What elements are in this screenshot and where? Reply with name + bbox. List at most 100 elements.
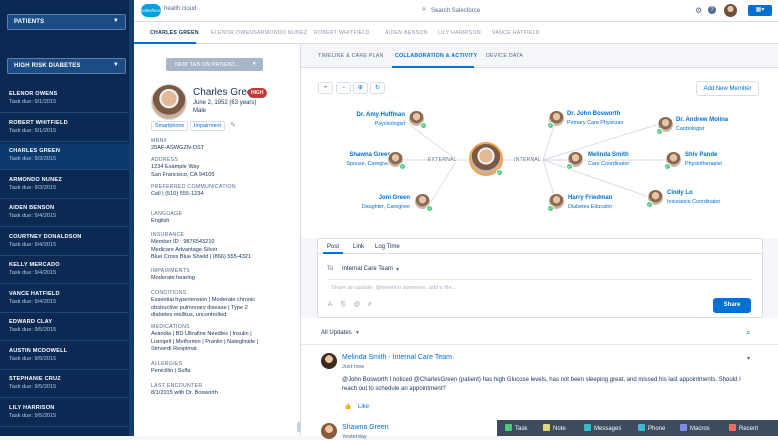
tab-patient[interactable]: LILY HARRISON (438, 30, 481, 36)
utility-phone-label: Phone (648, 426, 666, 432)
center-icon[interactable]: ⊕ (353, 82, 368, 94)
patient-list-name: ELENOR OWENS (9, 91, 58, 97)
patients-select[interactable]: PATIENTS ▼ (7, 14, 126, 30)
share-button[interactable]: Share (713, 298, 751, 313)
patient-list-item[interactable]: AUSTIN MCDOWELL Task due: 9/5/2015 (0, 344, 134, 370)
field-label: INSURANCE (151, 232, 185, 238)
tab-patient[interactable]: AIDEN BENSON (385, 30, 428, 36)
app-launcher-button[interactable]: ▦▾ (748, 5, 772, 16)
patient-list-task-due: Task due: 9/5/2015 (9, 384, 57, 390)
member-name[interactable]: Cindy Lo (667, 190, 693, 196)
recent-icon (729, 424, 736, 431)
patient-list-task-due: Task due: 9/4/2015 (9, 298, 57, 305)
patient-list-name: ROBERT WHITFIELD (9, 119, 68, 126)
tab-link[interactable]: Link (353, 244, 364, 250)
field-value: 1234 Example Way San Francisco, CA 94105 (151, 164, 215, 178)
like-link[interactable]: Like (358, 404, 369, 410)
tag-smartphone[interactable]: Smartphone (151, 121, 189, 131)
utility-note[interactable]: Note (543, 424, 566, 432)
remove-button[interactable]: − (336, 82, 351, 94)
like-icon[interactable]: 👍 (344, 403, 351, 410)
search-icon[interactable]: ⌕ (746, 328, 750, 338)
field-label: MEDICATIONS (151, 324, 190, 330)
utility-recent[interactable]: Recent (729, 424, 758, 432)
add-member-button[interactable]: Add New Member (696, 81, 759, 96)
chevron-down-icon[interactable]: ▼ (355, 330, 360, 336)
patient-list-name: EDWARD CLAY (9, 319, 53, 325)
patient-list-item[interactable]: COURTNEY DONALDSON Task due: 9/4/2015 (0, 230, 134, 256)
detail-subtabs: TIMELINE & CARE PLAN COLLABORATION & ACT… (301, 44, 778, 68)
patient-list-task-due: Task due: 9/3/2015 (9, 184, 57, 191)
tab-post[interactable]: Post (327, 244, 339, 250)
post-textarea[interactable]: Share an update, @mention someone, add a… (327, 279, 752, 297)
member-name[interactable]: Melinda Smith (588, 152, 629, 158)
global-search[interactable]: ⌕ Search Salesforce (419, 5, 569, 17)
tab-log-time[interactable]: Log Time (375, 244, 400, 250)
post-body: @John Bosworth I noticed @CharlesGreen (… (342, 377, 741, 392)
tab-patient[interactable]: VANCE HATFIELD (492, 30, 540, 36)
member-name[interactable]: Joni Green (379, 195, 410, 201)
utility-task[interactable]: Task (505, 424, 527, 432)
utility-bar: Task Note Messages Phone Macros Recent (497, 420, 778, 436)
patient-list-item[interactable]: LILY HARRISON Task due: 9/5/2015 (0, 401, 134, 427)
patient-list-item[interactable]: CHARLES GREEN Task due: 9/3/2015 (0, 144, 134, 170)
next-author-avatar (321, 423, 337, 439)
member-name[interactable]: Shiv Pande (685, 152, 717, 158)
tab-patient[interactable]: CHARLES GREEN (150, 30, 199, 36)
member-name[interactable]: Dr. John Bosworth (567, 111, 620, 117)
tab-collaboration[interactable]: COLLABORATION & ACTIVITY (395, 53, 477, 59)
patient-list-item[interactable]: VANCE HATFIELD Task due: 9/4/2015 (0, 287, 134, 313)
patient-list-item[interactable]: ARMONDO NUNEZ Task due: 9/3/2015 (0, 173, 134, 199)
filter-select[interactable]: HIGH RISK DIABETES ▼ (7, 58, 126, 74)
patient-list-item[interactable]: KELLY MERCADO Task due: 9/4/2015 (0, 258, 134, 284)
refresh-icon[interactable]: ↻ (370, 82, 385, 94)
text-format-icon[interactable]: A (328, 302, 332, 308)
field-value: 8/1/2015 with Dr. Bosworth (151, 390, 218, 396)
patient-list-item[interactable]: STEPHANIE CRUZ Task due: 9/5/2015 (0, 372, 134, 398)
member-role: Primary Care Physician (567, 120, 624, 126)
patient-list-task-due: Task due: 9/3/2015 (9, 156, 57, 162)
tab-patient[interactable]: ELENOR OWENS (211, 30, 257, 36)
member-name[interactable]: Harry Friedman (568, 195, 612, 201)
new-tab-button[interactable]: NEW TAB ON PATIENT... ▼ (166, 58, 263, 71)
tag-impairment[interactable]: Impairment (190, 121, 225, 131)
chevron-down-icon[interactable]: ▾ (396, 266, 399, 273)
tab-patient[interactable]: ROBERT WHITFIELD (314, 30, 370, 36)
add-button[interactable]: + (318, 82, 333, 94)
search-input[interactable]: Search Salesforce (431, 8, 480, 14)
user-avatar[interactable] (724, 4, 737, 17)
member-role: Diabetes Educator (568, 204, 613, 210)
patient-list-item[interactable]: AIDEN BENSON Task due: 9/4/2015 (0, 201, 134, 227)
patient-dob: June 2, 1952 (63 years) (193, 100, 257, 106)
field-label: ADDRESS (151, 157, 179, 163)
utility-messages[interactable]: Messages (584, 424, 621, 432)
edit-pencil-icon[interactable]: ✎ (230, 121, 236, 129)
patient-list-item[interactable]: ELENOR OWENS Task due: 9/1/2015 (0, 87, 134, 113)
member-name[interactable]: Shawna Green (349, 152, 391, 158)
post-menu-chevron-icon[interactable]: ▾ (747, 355, 750, 362)
utility-phone[interactable]: Phone (638, 424, 665, 432)
filter-select-label: HIGH RISK DIABETES (14, 63, 81, 69)
member-name[interactable]: Dr. Amy Huffman (357, 112, 405, 118)
member-name[interactable]: Dr. Andrew Molina (676, 117, 728, 123)
utility-task-label: Task (515, 426, 528, 432)
to-value[interactable]: Internal Care Team (342, 266, 393, 272)
next-post-author[interactable]: Shawna Green (342, 424, 389, 431)
tab-device-data[interactable]: DEVICE DATA (486, 53, 523, 59)
gear-icon[interactable]: ⚙ (695, 6, 702, 15)
utility-macros[interactable]: Macros (680, 424, 710, 432)
field-value: Moderate hearing (151, 275, 195, 281)
tab-patient[interactable]: ARMONDO NUNEZ (257, 30, 307, 36)
help-icon[interactable]: ? (708, 6, 716, 14)
mention-icon[interactable]: @ (354, 302, 360, 308)
feed-filter[interactable]: All Updates (321, 330, 352, 336)
hashtag-icon[interactable]: # (368, 302, 371, 308)
attach-icon[interactable]: ⎘ (341, 302, 346, 309)
patient-list-item[interactable]: EDWARD CLAY Task due: 9/5/2015 (0, 315, 134, 341)
tab-timeline[interactable]: TIMELINE & CARE PLAN (318, 53, 384, 59)
patient-list-item[interactable]: ROBERT WHITFIELD Task due: 9/1/2015 (0, 116, 134, 142)
patient-list-name: VANCE HATFIELD (9, 290, 60, 297)
risk-badge: HIGH (248, 88, 267, 98)
post-author[interactable]: Melinda Smith - Internal Care Team (342, 354, 452, 361)
field-value: Avandia | BD Ultrafine Needles | Insulin… (151, 331, 259, 353)
